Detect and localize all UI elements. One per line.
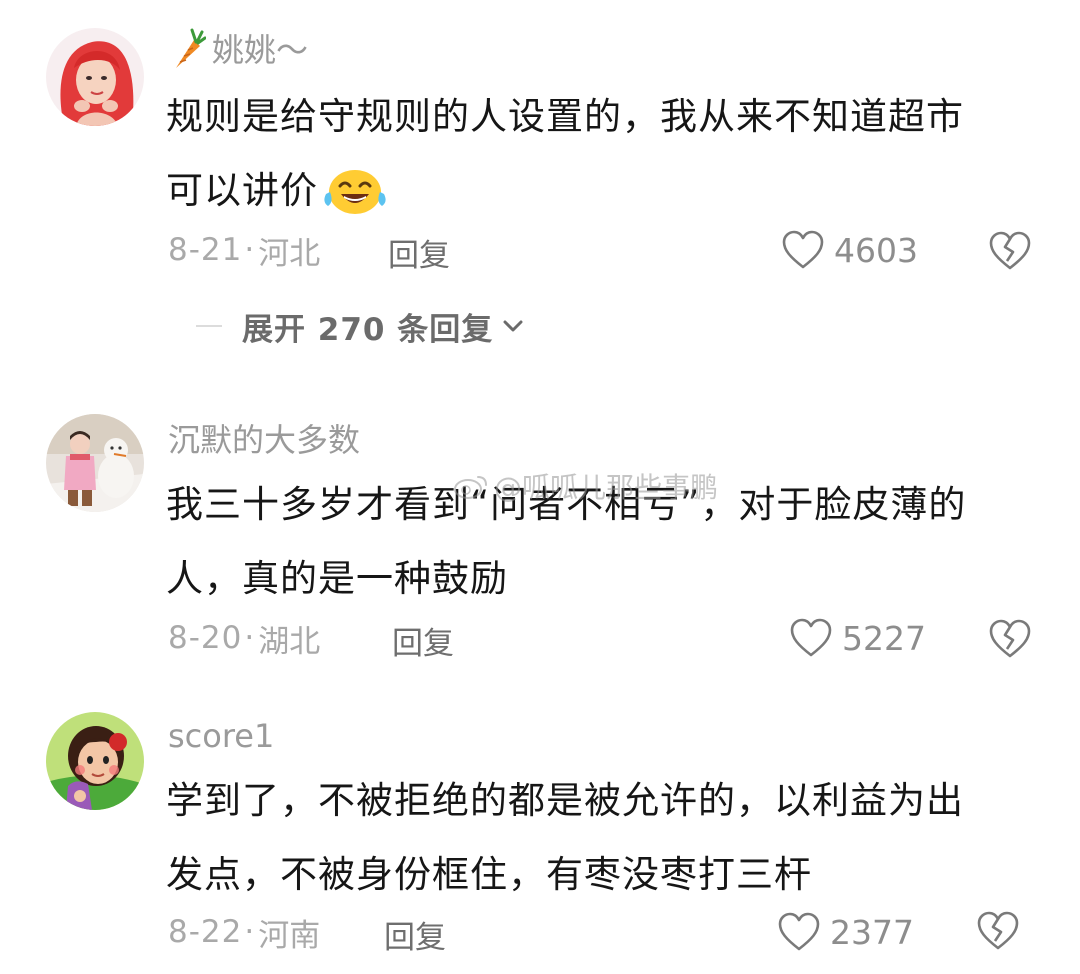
comment-text-line: 人，真的是一种鼓励: [166, 557, 508, 600]
comment-date: 8-21: [168, 232, 243, 268]
avatar[interactable]: [46, 712, 144, 810]
heart-icon: [778, 912, 820, 951]
chevron-down-icon: [503, 320, 523, 332]
comment-location: 河南: [258, 917, 321, 954]
reply-button[interactable]: 回复: [384, 912, 446, 957]
avatar[interactable]: [46, 414, 144, 512]
comment-date: 8-20: [168, 620, 243, 656]
meta-separator: ·: [244, 232, 255, 268]
comment-text-line: 学到了，不被拒绝的都是被允许的，以利益为出: [166, 779, 964, 822]
heart-icon: [782, 230, 824, 269]
comment-text: 规则是给守规则的人设置的，我从来不知道超市 可以讲价: [166, 80, 1036, 228]
like-count: 4603: [834, 230, 918, 270]
expand-replies-label: 展开 270 条回复: [242, 311, 494, 348]
username-row: 沉默的大多数: [168, 415, 360, 461]
avatar[interactable]: [46, 28, 144, 126]
like-button[interactable]: 4603: [780, 226, 918, 274]
username-row: 姚姚～: [168, 25, 308, 71]
comment-date: 8-22: [168, 914, 243, 950]
broken-heart-icon[interactable]: [988, 230, 1032, 272]
comment-text-line: 发点，不被身份框住，有枣没枣打三杆: [166, 853, 812, 896]
watermark: @呱呱儿那些事鹏: [452, 466, 718, 506]
carrot-icon: [168, 26, 206, 70]
comment-meta: 8-22 · 河南: [168, 908, 320, 956]
reply-button[interactable]: 回复: [392, 618, 454, 663]
username[interactable]: 姚姚～: [212, 25, 308, 71]
meta-separator: ·: [244, 620, 255, 656]
watermark-text: @呱呱儿那些事鹏: [494, 471, 719, 504]
like-button[interactable]: 2377: [776, 908, 914, 956]
heart-icon: [790, 618, 832, 657]
laughing-tears-emoji: [322, 166, 388, 216]
reply-button[interactable]: 回复: [388, 230, 450, 275]
like-button[interactable]: 5227: [788, 614, 926, 662]
divider-line: [196, 325, 222, 327]
comment-location: 河北: [258, 235, 321, 272]
like-count: 2377: [830, 912, 914, 952]
meta-separator: ·: [244, 914, 255, 950]
broken-heart-icon[interactable]: [976, 910, 1020, 952]
broken-heart-icon[interactable]: [988, 618, 1032, 660]
comment-text-line-2: 可以讲价: [166, 169, 318, 212]
weibo-logo-icon: [454, 476, 487, 499]
expand-replies-button[interactable]: 展开 270 条回复: [196, 304, 525, 348]
comment-meta: 8-21 · 河北: [168, 226, 320, 274]
username[interactable]: 沉默的大多数: [168, 415, 360, 461]
comment-location: 湖北: [258, 623, 321, 660]
username[interactable]: score1: [168, 717, 274, 755]
like-count: 5227: [842, 618, 926, 658]
comment-text-line: 规则是给守规则的人设置的，我从来不知道超市: [166, 95, 964, 138]
comment-meta: 8-20 · 湖北: [168, 614, 320, 662]
comment-text: 学到了，不被拒绝的都是被允许的，以利益为出 发点，不被身份框住，有枣没枣打三杆: [166, 764, 1036, 912]
username-row: score1: [168, 716, 274, 756]
comment-text-line: 可以讲价: [166, 154, 1036, 228]
